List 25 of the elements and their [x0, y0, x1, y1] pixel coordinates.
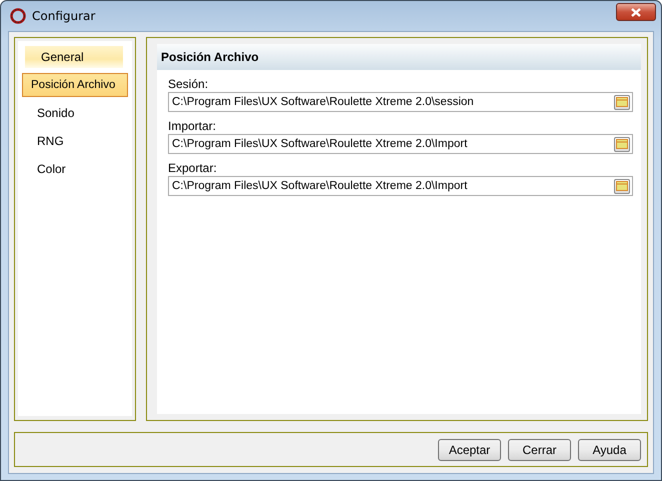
app-logo-icon: [10, 8, 26, 24]
sidebar-item[interactable]: Posición Archivo: [22, 73, 128, 97]
field-label: Importar:: [168, 118, 218, 134]
path-field[interactable]: C:\Program Files\UX Software\Roulette Xtreme 2.0\Import: [168, 176, 633, 196]
field-label: Sesión:: [168, 76, 210, 92]
sidebar-item[interactable]: Sonido: [22, 101, 128, 125]
browse-button[interactable]: [614, 136, 630, 152]
close-icon: [631, 8, 641, 16]
folder-icon: [616, 181, 628, 191]
browse-button[interactable]: [614, 94, 630, 110]
sidebar-item[interactable]: RNG: [22, 129, 128, 153]
sidebar-item[interactable]: General: [24, 45, 124, 69]
browse-button[interactable]: [614, 178, 630, 194]
path-field[interactable]: C:\Program Files\UX Software\Roulette Xtreme 2.0\session: [168, 92, 633, 112]
window-title: Configurar: [32, 9, 96, 23]
panel-title: Posición Archivo: [157, 44, 641, 70]
dialog-button[interactable]: Aceptar: [438, 438, 501, 461]
folder-icon: [616, 97, 628, 107]
dialog-button[interactable]: Cerrar: [508, 438, 571, 461]
close-button[interactable]: [616, 3, 656, 21]
path-field[interactable]: C:\Program Files\UX Software\Roulette Xtreme 2.0\Import: [168, 134, 633, 154]
sidebar-item[interactable]: Color: [22, 157, 128, 181]
dialog-button[interactable]: Ayuda: [578, 438, 641, 461]
folder-icon: [616, 139, 628, 149]
field-label: Exportar:: [168, 160, 218, 176]
